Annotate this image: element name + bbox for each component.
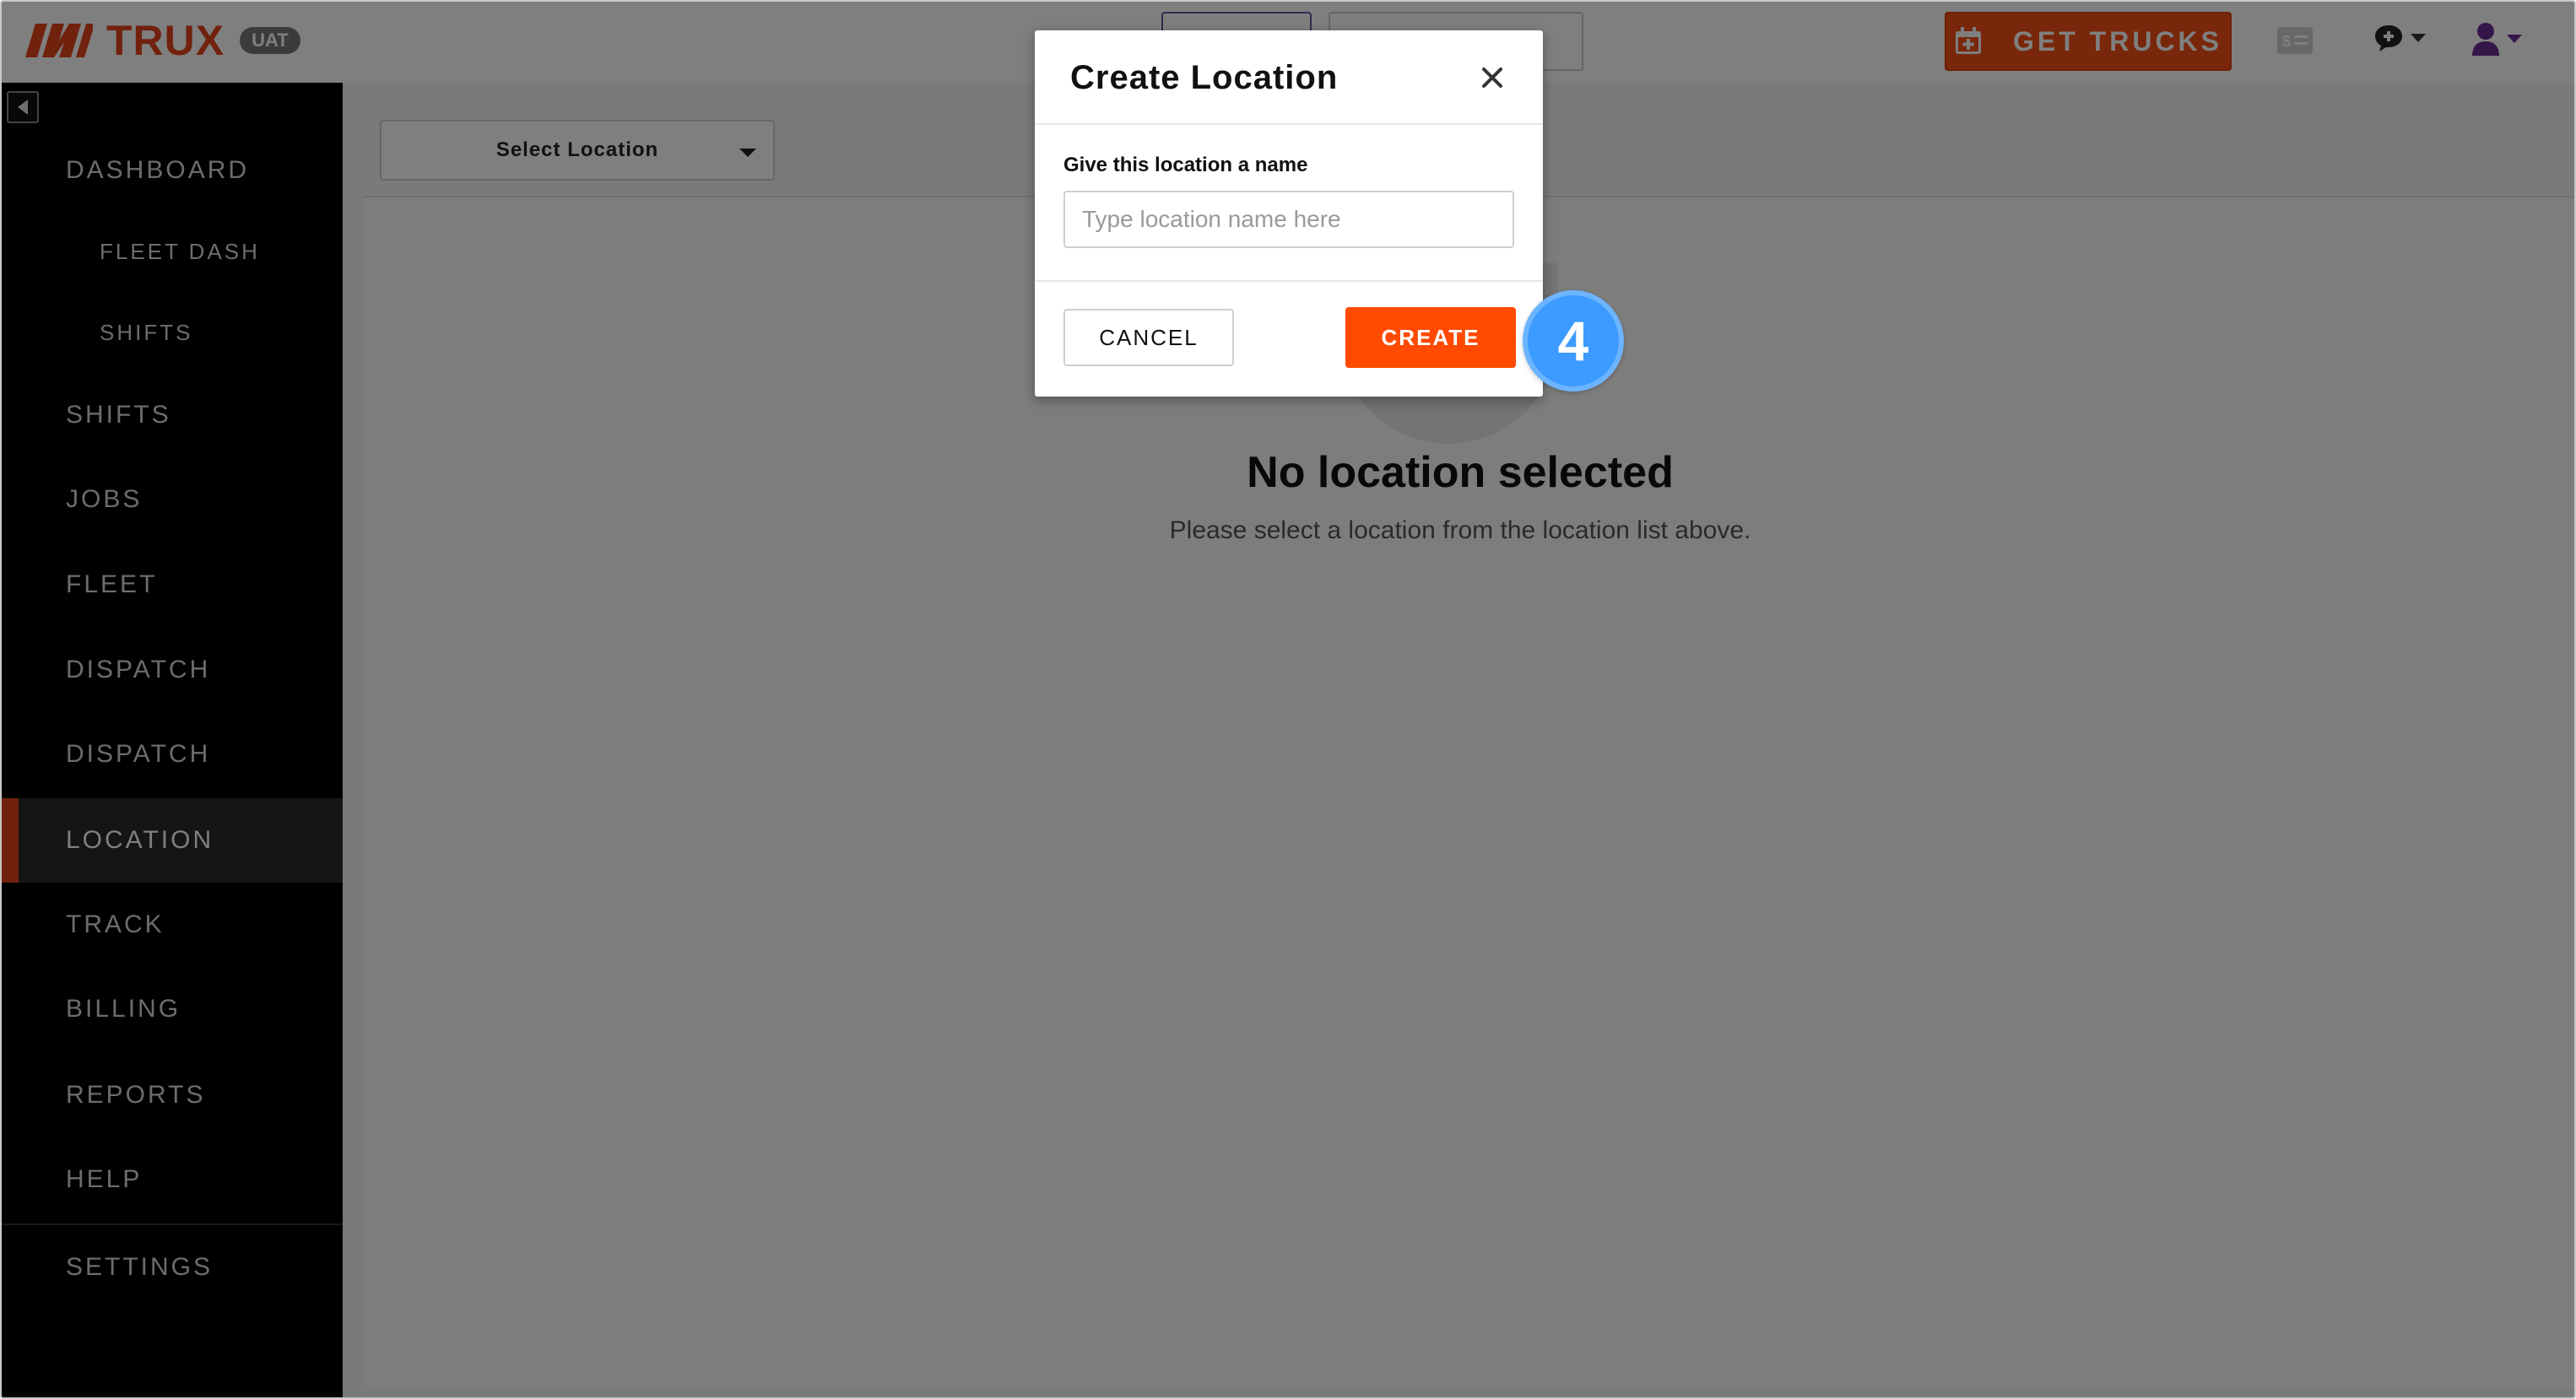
- create-button[interactable]: CREATE: [1345, 307, 1516, 368]
- modal-footer-divider: [1035, 280, 1543, 282]
- modal-title: Create Location: [1070, 59, 1339, 96]
- cancel-button[interactable]: CANCEL: [1063, 309, 1234, 366]
- create-location-modal: Create Location Give this location a nam…: [1035, 30, 1543, 397]
- close-icon[interactable]: [1477, 62, 1507, 93]
- app-window: TRUX UAT GET TRUCKS $: [0, 0, 2576, 1399]
- location-name-label: Give this location a name: [1063, 154, 1308, 176]
- location-name-input[interactable]: [1063, 191, 1514, 248]
- step-number-badge: 4: [1523, 290, 1624, 392]
- modal-header: Create Location: [1035, 30, 1543, 125]
